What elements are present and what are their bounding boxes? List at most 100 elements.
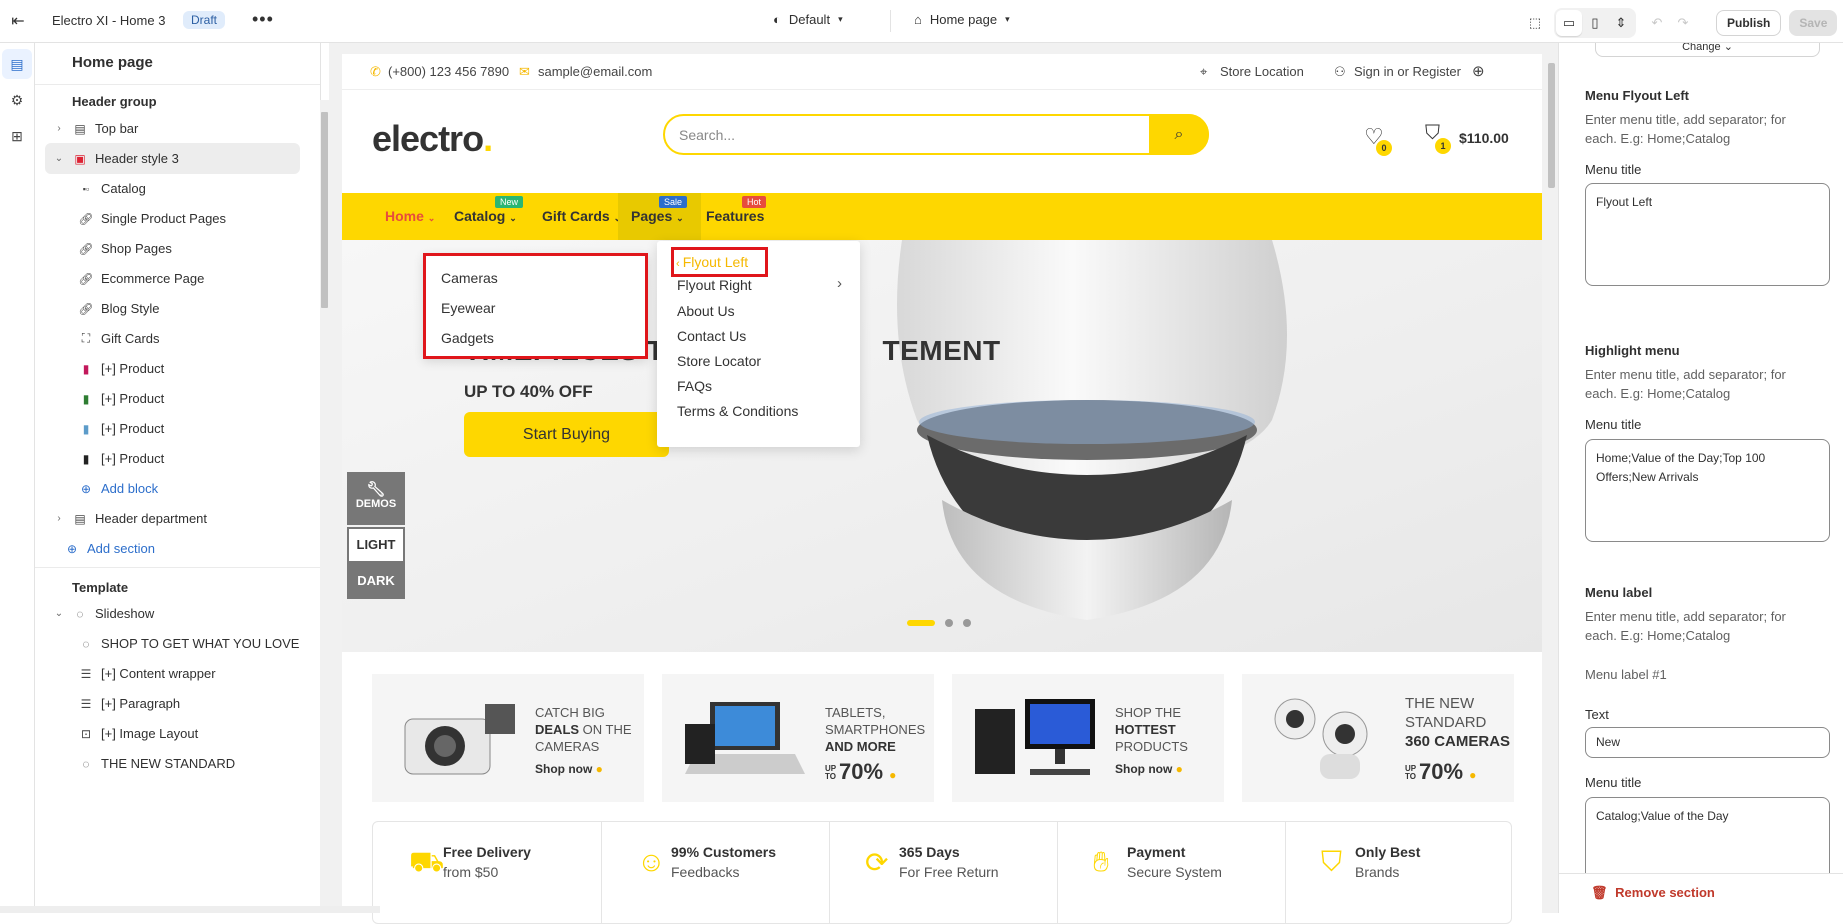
catalog-menu-item[interactable]: Eyewear: [426, 293, 645, 323]
sidebar-scrollbar[interactable]: [320, 100, 329, 913]
store-location-link[interactable]: Store Location: [1220, 64, 1304, 79]
pages-menu-item[interactable]: Contact Us: [677, 328, 746, 344]
flyout-left-menu-title-textarea[interactable]: Flyout Left: [1585, 183, 1830, 286]
remove-section-button[interactable]: 🗑︎ Remove section: [1591, 885, 1715, 901]
catalog-menu-item[interactable]: Gadgets: [426, 323, 645, 353]
block-gift-cards[interactable]: ⛶ Gift Cards: [45, 323, 300, 354]
chevron-right-icon[interactable]: ›: [51, 123, 67, 134]
scrollbar-thumb[interactable]: [1548, 63, 1555, 188]
block-product-1[interactable]: ▮ [+] Product: [45, 353, 300, 384]
new-tag: New: [495, 196, 524, 208]
pages-menu-item[interactable]: FAQs: [677, 378, 712, 394]
sections-icon[interactable]: ▤: [2, 49, 32, 79]
link-icon: 🔗︎: [78, 301, 94, 316]
block-product-3[interactable]: ▮ [+] Product: [45, 413, 300, 444]
block-slide-2[interactable]: ◌ THE NEW STANDARD: [45, 748, 300, 779]
shop-now-link[interactable]: Shop now ●: [535, 762, 603, 776]
settings-gear-icon[interactable]: ⚙: [2, 85, 32, 115]
block-image-layout[interactable]: ⊡ [+] Image Layout: [45, 718, 300, 749]
chevron-down-icon[interactable]: ⌄: [51, 153, 67, 164]
chevron-right-icon[interactable]: ›: [51, 513, 67, 524]
wishlist-heart-icon[interactable]: ♡ 0: [1364, 124, 1392, 156]
demos-button[interactable]: 🔧︎ DEMOS: [347, 472, 405, 525]
promo-360-cameras[interactable]: THE NEW STANDARD 360 CAMERAS UP TO 70% ●: [1242, 674, 1514, 802]
signin-link[interactable]: Sign in or Register: [1354, 64, 1461, 79]
cart-total[interactable]: $110.00: [1459, 130, 1509, 146]
section-header-style-3[interactable]: ⌄ ▣ Header style 3: [45, 143, 300, 174]
store-search-input[interactable]: Search... ⌕: [663, 114, 1209, 155]
catalog-menu-item[interactable]: Cameras: [426, 263, 645, 293]
highlight-menu-title-textarea[interactable]: Home;Value of the Day;Top 100 Offers;New…: [1585, 439, 1830, 542]
block-ecommerce-page[interactable]: 🔗︎ Ecommerce Page: [45, 263, 300, 294]
pages-menu-item[interactable]: About Us: [677, 303, 735, 319]
theme-selector[interactable]: ◐ Default ▾: [773, 12, 843, 27]
shop-now-link[interactable]: Shop now ●: [1115, 762, 1183, 776]
scrollbar-thumb[interactable]: [321, 112, 328, 308]
start-buying-button[interactable]: Start Buying: [464, 412, 669, 457]
block-slide-1[interactable]: ◌ SHOP TO GET WHAT YOU LOVE: [45, 628, 300, 659]
block-product-2[interactable]: ▮ [+] Product: [45, 383, 300, 414]
inspector-icon[interactable]: ⬚: [1522, 10, 1548, 36]
block-content-wrapper[interactable]: ☰ [+] Content wrapper: [45, 658, 300, 689]
nav-catalog[interactable]: Catalog ⌄: [454, 208, 517, 224]
pages-menu-item[interactable]: Store Locator: [677, 353, 761, 369]
add-block-button[interactable]: ⊕ Add block: [45, 473, 300, 504]
more-actions-button[interactable]: •••: [252, 9, 274, 30]
block-shop-pages[interactable]: 🔗︎ Shop Pages: [45, 233, 300, 264]
promo-hottest[interactable]: SHOP THE HOTTEST PRODUCTS Shop now ●: [952, 674, 1224, 802]
flyout-left-item[interactable]: ‹ Flyout Left: [671, 247, 768, 277]
laptop-image: [685, 702, 805, 774]
block-blog-style[interactable]: 🔗︎ Blog Style: [45, 293, 300, 324]
globe-icon[interactable]: ⊕: [1472, 62, 1485, 80]
plus-circle-icon: ⊕: [80, 481, 92, 496]
slide-dot[interactable]: [945, 619, 953, 627]
pages-menu-item[interactable]: Flyout Right: [677, 277, 752, 293]
apps-icon[interactable]: ⊞: [2, 121, 32, 151]
nav-gift-cards[interactable]: Gift Cards ⌄: [542, 208, 621, 224]
phone-number[interactable]: (+800) 123 456 7890: [388, 64, 509, 79]
preview-scrollbar[interactable]: [1545, 43, 1558, 913]
slide-dot-active[interactable]: [907, 620, 935, 626]
fullwidth-icon[interactable]: ⇕: [1608, 10, 1634, 36]
light-mode-button[interactable]: LIGHT: [347, 527, 405, 563]
nav-pages[interactable]: Pages ⌄: [631, 208, 684, 224]
exit-icon[interactable]: ⇤: [6, 9, 30, 33]
section-header-department[interactable]: › ▤ Header department: [45, 503, 300, 534]
desktop-icon[interactable]: ▭: [1556, 10, 1582, 36]
nav-home[interactable]: Home ⌄: [385, 208, 435, 224]
nav-features[interactable]: Features: [706, 208, 764, 224]
pages-menu-item[interactable]: Terms & Conditions: [677, 403, 798, 419]
promo-cameras[interactable]: CATCH BIG DEALS ON THE CAMERAS Shop now ●: [372, 674, 644, 802]
search-icon[interactable]: ⌕: [1149, 114, 1209, 155]
save-button[interactable]: Save: [1789, 10, 1838, 36]
promo-tablets[interactable]: TABLETS, SMARTPHONES AND MORE UP TO 70% ●: [662, 674, 934, 802]
layout-icon: ▤: [74, 121, 86, 136]
store-logo[interactable]: electro.: [372, 118, 493, 160]
feature-free-delivery: ⛟ Free Delivery from $50: [409, 844, 531, 880]
desktop-image: [975, 699, 1095, 775]
redo-icon[interactable]: ↷: [1670, 10, 1696, 36]
page-selector[interactable]: ⌂ Home page ▾: [914, 12, 1010, 27]
menu-label-text-input[interactable]: New: [1585, 727, 1830, 758]
dark-mode-button[interactable]: DARK: [347, 563, 405, 599]
publish-button[interactable]: Publish: [1716, 10, 1782, 36]
cart-bag-icon[interactable]: ⛉ 1: [1425, 122, 1451, 154]
add-section-button[interactable]: ⊕ Add section: [45, 533, 300, 564]
change-button[interactable]: Change ⌄: [1595, 43, 1820, 57]
block-paragraph[interactable]: ☰ [+] Paragraph: [45, 688, 300, 719]
sale-tag: Sale: [659, 196, 688, 208]
slide-thumb-icon: ◌: [76, 606, 84, 621]
block-catalog[interactable]: ▪▫ Catalog: [45, 173, 300, 204]
slide-dot[interactable]: [963, 619, 971, 627]
block-single-product-pages[interactable]: 🔗︎ Single Product Pages: [45, 203, 300, 234]
chevron-right-icon: ›: [837, 275, 842, 292]
mobile-icon[interactable]: ▯: [1582, 10, 1608, 36]
section-top-bar[interactable]: › ▤ Top bar: [45, 113, 300, 144]
block-product-4[interactable]: ▮ [+] Product: [45, 443, 300, 474]
section-slideshow[interactable]: ⌄ ◌ Slideshow: [45, 598, 300, 629]
chevron-down-icon[interactable]: ⌄: [51, 608, 67, 619]
draft-badge: Draft: [183, 11, 226, 29]
email-link[interactable]: sample@email.com: [538, 64, 652, 79]
feature-secure-payment: ✋︎ Payment Secure System: [1093, 844, 1222, 880]
undo-icon[interactable]: ↶: [1644, 10, 1670, 36]
